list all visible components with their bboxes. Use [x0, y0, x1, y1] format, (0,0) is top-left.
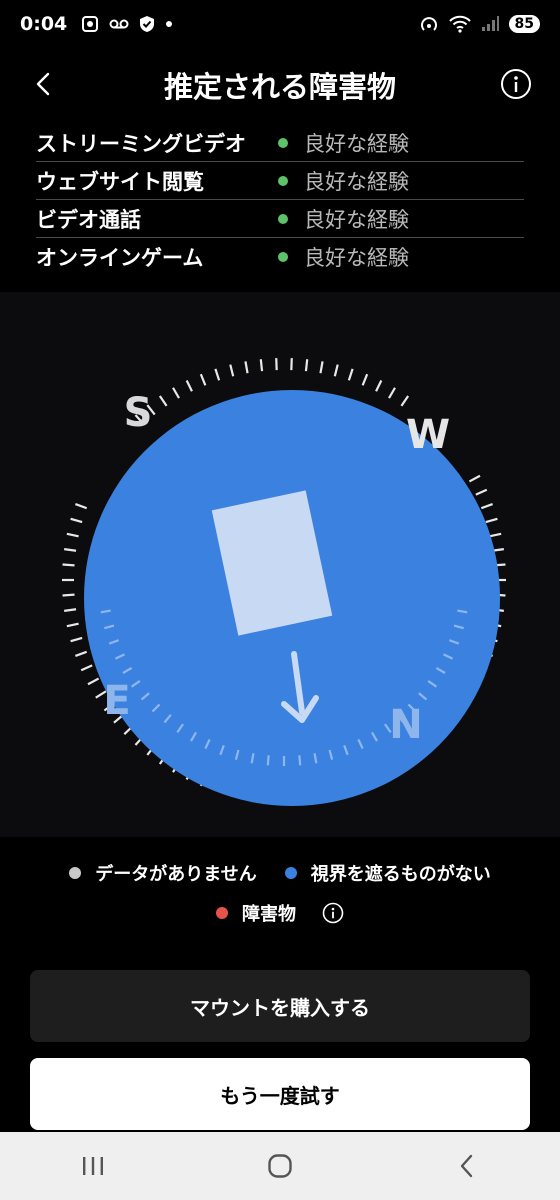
hotspot-icon: [420, 17, 437, 31]
experience-status: 良好な経験: [304, 207, 409, 232]
compass-tick: [244, 361, 249, 374]
compass-tick: [259, 359, 264, 372]
experience-row-streaming: ストリーミングビデオ 良好な経験: [36, 124, 524, 162]
page-title: 推定される障害物: [163, 70, 396, 104]
compass-tick: [75, 650, 88, 657]
compass-tick: [214, 368, 221, 381]
status-bar: 0:04 85: [0, 0, 560, 48]
compass-tick: [172, 387, 180, 399]
voicemail-icon: [109, 19, 129, 29]
dot-icon: [166, 21, 173, 27]
legend-item-clear: 視界を遮るものがない: [284, 860, 491, 886]
info-button[interactable]: [500, 68, 532, 100]
back-icon: [460, 1154, 472, 1178]
recent-apps-button[interactable]: [63, 1141, 123, 1191]
legend-item-obstacle: 障害物: [216, 900, 344, 926]
compass-tick: [266, 755, 270, 766]
legend-label: 視界を遮るものがない: [310, 864, 491, 885]
experience-status: 良好な経験: [304, 169, 409, 194]
info-icon[interactable]: [322, 902, 344, 924]
experience-row-browsing: ウェブサイト閲覧 良好な経験: [36, 162, 524, 200]
legend-item-no-data: データがありません: [69, 860, 257, 886]
experience-name: ウェブサイト閲覧: [36, 169, 204, 194]
shield-check-icon: [140, 16, 155, 32]
legend-label: 障害物: [242, 904, 296, 925]
compass-tick: [468, 474, 481, 483]
direction-w-label: W: [406, 412, 450, 458]
compass-tick: [87, 677, 100, 686]
compass-tick: [229, 364, 235, 377]
clear-dot-icon: [284, 867, 297, 879]
back-nav-button[interactable]: [437, 1141, 497, 1191]
legend: データがありません 視界を遮るものがない 障害物: [0, 858, 560, 928]
compass-tick: [388, 387, 396, 399]
obstacle-dot-icon: [216, 907, 228, 919]
compass-tick: [489, 532, 502, 538]
status-time: 0:04: [20, 13, 68, 35]
compass-tick: [70, 636, 83, 643]
compass-tick: [347, 368, 354, 381]
direction-n-label: N: [389, 702, 422, 748]
legend-label: データがありません: [95, 864, 257, 885]
status-dot-icon: [278, 175, 288, 186]
status-dot-icon: [278, 137, 288, 148]
compass-tick: [361, 373, 369, 386]
compass-tick: [66, 532, 79, 538]
experience-name: ストリーミングビデオ: [36, 131, 246, 156]
battery-badge: 85: [508, 15, 540, 33]
status-notification-icons: [81, 15, 173, 33]
compass-tick: [75, 503, 88, 510]
legend-row: 障害物: [0, 898, 560, 928]
compass-tick: [304, 359, 309, 372]
wifi-icon: [448, 15, 471, 33]
experience-list: ストリーミングビデオ 良好な経験 ウェブサイト閲覧 良好な経験 ビデオ通話 良好…: [36, 124, 524, 276]
compass-tick: [158, 395, 168, 407]
compass-tick: [319, 361, 324, 374]
compass-tick: [64, 608, 77, 612]
system-nav-bar: [0, 1132, 560, 1200]
signal-icon: [481, 16, 499, 31]
status-dot-icon: [278, 252, 288, 262]
no-data-dot-icon: [69, 867, 82, 879]
compass-tick: [480, 503, 493, 510]
compass-tick: [400, 395, 410, 407]
experience-name: オンラインゲーム: [36, 246, 204, 270]
experience-row-video-call: ビデオ通話 良好な経験: [36, 200, 524, 238]
home-button[interactable]: [250, 1141, 310, 1191]
retry-button[interactable]: もう一度試す: [30, 1058, 530, 1130]
compass-tick: [475, 488, 488, 496]
compass-tick: [70, 517, 83, 524]
compass-tick: [375, 379, 383, 392]
status-system-icons: 85: [419, 15, 540, 33]
compass-tick: [485, 517, 498, 524]
screen-record-icon: [82, 16, 99, 32]
experience-row-gaming: オンラインゲーム 良好な経験: [36, 238, 524, 276]
direction-e-label: E: [103, 678, 130, 724]
legend-row: データがありません 視界を遮るものがない: [0, 858, 560, 888]
home-icon: [268, 1154, 292, 1178]
status-dot-icon: [278, 213, 288, 224]
compass-tick: [64, 548, 77, 552]
header: 推定される障害物: [0, 56, 560, 112]
compass-tick: [62, 593, 75, 597]
direction-s-label: S: [124, 390, 153, 436]
buy-mount-button[interactable]: マウントを購入する: [30, 970, 530, 1042]
compass-panel: S W E N: [0, 292, 560, 837]
obstruction-compass: S W E N: [62, 358, 506, 806]
experience-status: 良好な経験: [304, 131, 409, 156]
experience-name: ビデオ通話: [36, 207, 141, 232]
compass-tick: [80, 664, 93, 672]
info-icon: [501, 69, 531, 99]
compass-tick: [66, 622, 79, 628]
compass-tick: [199, 373, 207, 386]
experience-status: 良好な経験: [304, 246, 409, 270]
recent-apps-icon: [83, 1157, 104, 1175]
compass-tick: [185, 379, 193, 392]
compass-tick: [62, 563, 75, 567]
compass-tick: [333, 364, 339, 377]
compass-tick: [298, 755, 302, 766]
